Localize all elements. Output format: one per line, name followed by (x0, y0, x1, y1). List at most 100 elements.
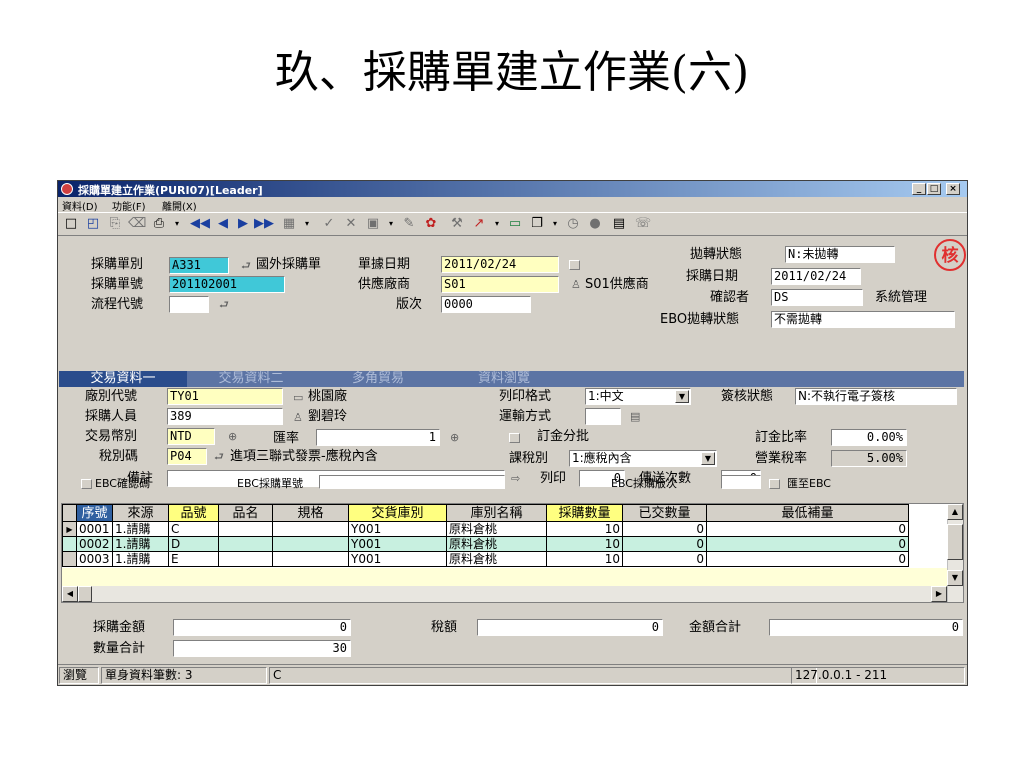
next-record-icon[interactable]: ▶ (234, 216, 252, 232)
chart-icon[interactable]: ↗ (470, 216, 488, 232)
col-seq[interactable]: 序號 (76, 504, 113, 522)
tab-trade-1[interactable]: 交易資料一 (59, 371, 187, 387)
calendar-button[interactable] (569, 260, 580, 270)
query-dropdown-icon[interactable]: ▾ (298, 216, 316, 232)
doc-date-field[interactable]: 2011/02/24 (441, 256, 559, 273)
tab-trade-2[interactable]: 交易資料二 (189, 371, 313, 387)
scroll-right-icon[interactable]: ▶ (931, 586, 947, 602)
vendor-lookup-icon[interactable]: ♙ (571, 277, 581, 293)
chart-dropdown-icon[interactable]: ▾ (488, 216, 506, 232)
col-min-qty[interactable]: 最低補量 (706, 504, 909, 522)
ebc-order-label: EBC採購單號 (237, 477, 303, 490)
col-warehouse-name[interactable]: 庫別名稱 (446, 504, 547, 522)
table-row[interactable]: 0002 1.請購 D Y001 原料倉桃 10 0 0 (62, 536, 909, 552)
new-doc-icon[interactable]: □ (62, 216, 80, 232)
buyer-field[interactable]: 389 (167, 408, 283, 425)
pages-dropdown-icon[interactable]: ▾ (546, 216, 564, 232)
find-dropdown-icon[interactable]: ▾ (382, 216, 400, 232)
col-qty[interactable]: 採購數量 (546, 504, 623, 522)
maximize-button[interactable]: □ (927, 183, 941, 195)
approve-icon[interactable]: ✿ (422, 216, 440, 232)
tax-code-lookup-icon[interactable]: ⮐ (214, 449, 224, 465)
order-no-field[interactable]: 201102001 (169, 276, 285, 293)
tax-code-name: 進項三聯式發票-應稅內含 (230, 449, 378, 464)
ebc-confirm-checkbox[interactable] (81, 479, 92, 489)
menu-data[interactable]: 資料(D) (62, 198, 98, 213)
ebo-status-field: 不需拋轉 (771, 311, 955, 328)
history-icon[interactable]: ◷ (564, 216, 582, 232)
to-ebc-checkbox[interactable] (769, 479, 780, 489)
col-spec[interactable]: 規格 (272, 504, 349, 522)
version-field: 0000 (441, 296, 531, 313)
find-icon[interactable]: ▣ (364, 216, 382, 232)
to-ebc-label: 匯至EBC (787, 477, 831, 490)
pages-icon[interactable]: ❐ (528, 216, 546, 232)
tax-code-field[interactable]: P04 (167, 448, 207, 465)
table-row[interactable]: 0003 1.請購 E Y001 原料倉桃 10 0 0 (62, 551, 909, 567)
deposit-checkbox[interactable] (509, 433, 520, 443)
shipping-lookup-icon[interactable]: ▤ (630, 409, 640, 425)
tab-multi-trade[interactable]: 多角貿易 (315, 371, 441, 387)
last-record-icon[interactable]: ▶▶ (254, 216, 274, 232)
cancel-icon[interactable]: ✕ (342, 216, 360, 232)
print-dropdown-icon[interactable]: ▾ (168, 216, 186, 232)
confirm-icon[interactable]: ✓ (320, 216, 338, 232)
amount-field: 0 (173, 619, 351, 636)
factory-lookup-icon[interactable]: ▭ (293, 390, 303, 406)
tools-icon[interactable]: ⚒ (448, 216, 466, 232)
notes-icon[interactable]: ▤ (610, 216, 628, 232)
first-record-icon[interactable]: ◀◀ (190, 216, 210, 232)
tab-browse[interactable]: 資料瀏覽 (443, 371, 565, 387)
copy-icon[interactable]: ⎘ (106, 216, 124, 232)
folder-icon[interactable]: ▭ (506, 216, 524, 232)
factory-field[interactable]: TY01 (167, 388, 283, 405)
table-row[interactable]: ▶ 0001 1.請購 C Y001 原料倉桃 10 0 0 (62, 521, 909, 537)
help-icon[interactable]: ☏ (634, 216, 652, 232)
currency-lookup-icon[interactable]: ⊕ (228, 429, 237, 445)
col-item-name[interactable]: 品名 (218, 504, 273, 522)
rate-field[interactable]: 1 (316, 429, 440, 446)
ebc-order-field (319, 475, 505, 489)
print-format-dropdown-icon[interactable]: ▼ (675, 390, 689, 403)
scroll-left-icon[interactable]: ◀ (62, 586, 78, 602)
shipping-field[interactable] (585, 408, 621, 425)
pin-icon[interactable]: ● (586, 216, 604, 232)
deposit-ratio-field[interactable]: 0.00% (831, 429, 907, 446)
query-icon[interactable]: ▦ (280, 216, 298, 232)
print-arrow-icon[interactable]: ⇨ (511, 471, 520, 487)
hscroll-thumb[interactable] (78, 586, 92, 602)
rate-lookup-icon[interactable]: ⊕ (450, 430, 459, 446)
preview-icon[interactable]: ◰ (84, 216, 102, 232)
flow-field[interactable] (169, 296, 209, 313)
delete-icon[interactable]: ⌫ (128, 216, 146, 232)
close-button[interactable]: × (946, 183, 960, 195)
col-source[interactable]: 來源 (112, 504, 169, 522)
new-row-area[interactable] (62, 568, 947, 588)
total-label: 金額合計 (689, 620, 742, 635)
menu-exit[interactable]: 離開(X) (162, 198, 197, 213)
amount-label: 採購金額 (93, 620, 146, 635)
order-type-field[interactable]: A331 (169, 257, 229, 274)
tax-type-dropdown-icon[interactable]: ▼ (701, 452, 715, 465)
currency-field[interactable]: NTD (167, 428, 215, 445)
current-item: C (269, 667, 817, 684)
scroll-thumb[interactable] (947, 524, 963, 560)
print-icon[interactable]: ⎙ (150, 216, 168, 232)
menu-function[interactable]: 功能(F) (112, 198, 146, 213)
link-icon[interactable]: ✎ (400, 216, 418, 232)
vertical-scrollbar[interactable]: ▲ ▼ (947, 504, 963, 602)
buyer-lookup-icon[interactable]: ♙ (293, 410, 303, 426)
lookup-icon[interactable]: ⮐ (241, 258, 251, 274)
scroll-up-icon[interactable]: ▲ (947, 504, 963, 520)
tax-type-label: 課稅別 (509, 451, 549, 466)
flow-lookup-icon[interactable]: ⮐ (219, 297, 229, 313)
horizontal-scrollbar[interactable]: ◀ ▶ (62, 586, 947, 602)
col-item-no[interactable]: 品號 (168, 504, 219, 522)
prev-record-icon[interactable]: ◀ (214, 216, 232, 232)
tax-type-select[interactable]: 1:應稅內含 (569, 450, 717, 467)
minimize-button[interactable]: _ (912, 183, 926, 195)
vendor-field[interactable]: S01 (441, 276, 559, 293)
scroll-down-icon[interactable]: ▼ (947, 570, 963, 586)
col-delivered[interactable]: 已交數量 (622, 504, 707, 522)
col-warehouse[interactable]: 交貨庫別 (348, 504, 447, 522)
